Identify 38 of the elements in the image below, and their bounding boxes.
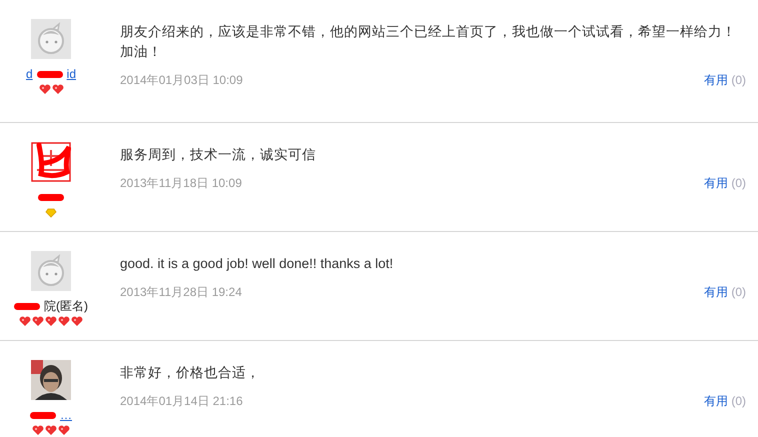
review-date: 2014年01月03日 10:09 (120, 72, 243, 89)
useful-link[interactable]: 有用 (704, 285, 728, 299)
heart-icon (32, 316, 44, 327)
review-date: 2014年01月14日 21:16 (120, 393, 243, 410)
review-text: 服务周到，技术一流，诚实可信 (120, 146, 317, 164)
review-text: 非常好，价格也合适， (120, 364, 261, 382)
avatar-icon (31, 251, 71, 291)
heart-icon (45, 316, 57, 327)
redaction-mark (30, 412, 56, 418)
heart-icon (19, 316, 31, 327)
useful-link[interactable]: 有用 (704, 394, 728, 408)
heart-icon (58, 316, 70, 327)
username[interactable]: id (66, 67, 76, 81)
heart-icon (58, 425, 70, 436)
username[interactable]: … (60, 408, 72, 422)
heart-icon (52, 84, 64, 95)
redaction-mark (38, 194, 64, 200)
redaction-mark (36, 70, 63, 78)
avatar-icon (31, 19, 71, 59)
redaction-mark (14, 302, 40, 310)
heart-icon (71, 316, 83, 327)
useful-count: (0) (731, 394, 746, 408)
useful-link[interactable]: 有用 (704, 176, 728, 190)
review-date: 2013年11月18日 10:09 (120, 175, 242, 192)
useful-count: (0) (731, 285, 746, 299)
useful-count: (0) (731, 73, 746, 87)
heart-icon (38, 84, 50, 95)
review-text: 朋友介绍来的，应该是非常不错，他的网站三个已经上首页了，我也做一个试试看，希望一样给力！加油！ (120, 23, 737, 61)
username[interactable]: 院(匿名) (44, 298, 88, 314)
useful-count: (0) (731, 176, 746, 190)
diamond-icon (45, 207, 57, 218)
useful-link[interactable]: 有用 (704, 73, 728, 87)
review-date: 2013年11月28日 19:24 (120, 284, 242, 301)
review-text: good. it is a good job! well done!! thanks a lot! (120, 255, 394, 273)
heart-icon (32, 425, 44, 436)
avatar-icon (31, 142, 71, 182)
heart-icon (45, 425, 57, 436)
username[interactable]: d (26, 67, 33, 81)
